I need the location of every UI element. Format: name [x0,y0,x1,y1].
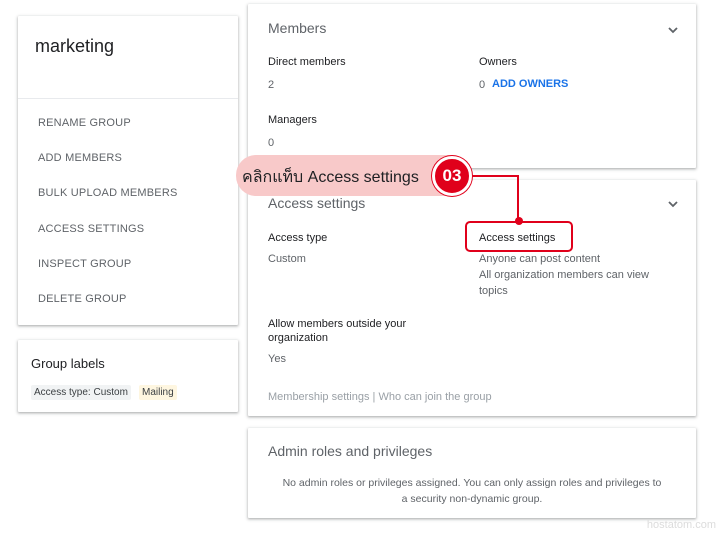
owners-label: Owners [479,56,517,68]
access-settings-title: Access settings [268,195,366,211]
group-labels-title: Group labels [31,356,105,371]
access-type-value: Custom [268,253,306,265]
outside-members-value: Yes [268,353,286,365]
access-settings-line-3: topics [479,285,508,297]
chevron-down-icon[interactable] [666,23,680,37]
direct-members-label: Direct members [268,56,346,68]
membership-settings-link[interactable]: Membership settings | Who can join the g… [268,391,492,403]
callout-text: คลิกแท็บ Access settings [242,169,419,186]
group-name: marketing [35,36,115,56]
chevron-down-icon[interactable] [666,197,680,211]
admin-roles-card: Admin roles and privileges No admin role… [248,428,696,518]
admin-roles-text: No admin roles or privileges assigned. Y… [268,475,676,507]
outside-members-label-2: organization [268,332,328,344]
callout-connector [472,175,519,221]
managers-value: 0 [268,137,275,149]
access-settings-button[interactable]: ACCESS SETTINGS [38,223,144,235]
admin-roles-text-line-1: No admin roles or privileges assigned. Y… [282,477,662,489]
step-badge: 03 [432,156,472,196]
members-title: Members [268,20,327,36]
bulk-upload-members-button[interactable]: BULK UPLOAD MEMBERS [38,187,178,199]
label-chip-mailing: Mailing [139,385,177,400]
admin-roles-text-line-2: a security non-dynamic group. [401,493,543,505]
inspect-group-button[interactable]: INSPECT GROUP [38,258,131,270]
group-card: marketing RENAME GROUP ADD MEMBERS BULK … [18,16,238,325]
access-type-label: Access type [268,232,328,244]
owners-value: 0 [479,79,486,91]
managers-label: Managers [268,114,317,126]
access-settings-line-2: All organization members can view [479,269,649,281]
group-labels-card: Group labels Access type: Custom Mailing [18,340,238,412]
label-chip-access-type: Access type: Custom [31,385,131,400]
rename-group-button[interactable]: RENAME GROUP [38,117,131,129]
members-card: Members Direct members 2 Owners 0 ADD OW… [248,4,696,168]
admin-roles-title: Admin roles and privileges [268,443,433,459]
delete-group-button[interactable]: DELETE GROUP [38,293,127,305]
outside-members-label-1: Allow members outside your [268,318,407,330]
divider [18,98,238,99]
watermark: hostatom.com [646,519,716,531]
add-owners-button[interactable]: ADD OWNERS [492,78,568,90]
access-settings-line-1: Anyone can post content [479,253,601,265]
direct-members-value: 2 [268,79,275,91]
add-members-button[interactable]: ADD MEMBERS [38,152,122,164]
callout-highlight-box [465,221,573,252]
